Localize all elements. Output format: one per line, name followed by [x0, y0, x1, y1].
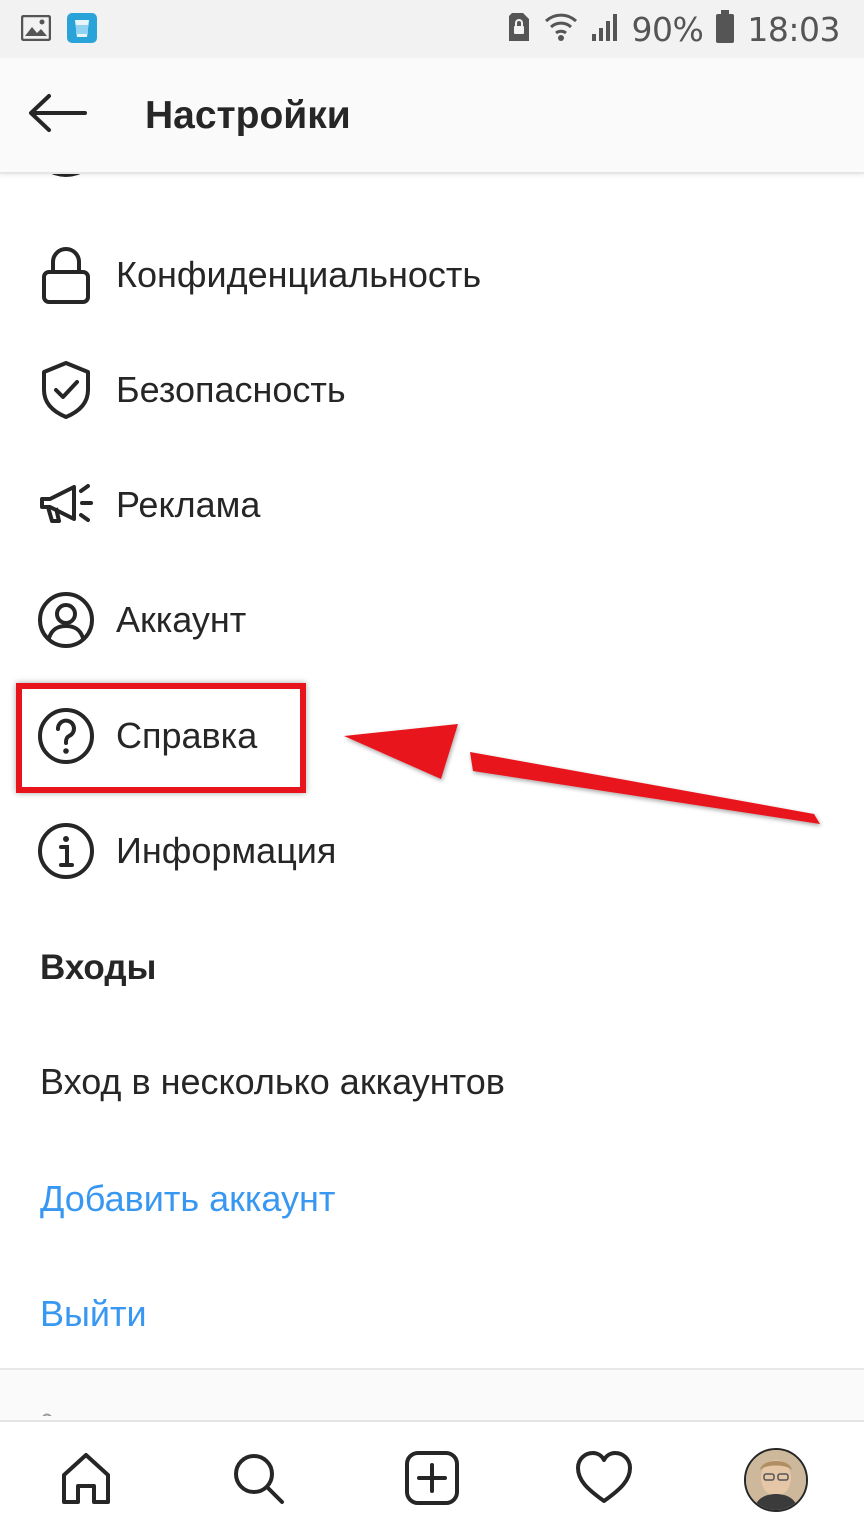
settings-item-privacy[interactable]: Конфиденциальность — [0, 235, 864, 315]
clock: 18:03 — [747, 9, 840, 49]
annotation-highlight-box — [16, 683, 306, 793]
arrow-left-icon — [27, 93, 87, 138]
home-icon — [56, 1448, 116, 1513]
battery-icon — [715, 9, 735, 49]
signal-icon — [590, 12, 620, 47]
nav-home-button[interactable] — [50, 1444, 122, 1516]
logout-link[interactable]: Выйти — [40, 1292, 147, 1336]
multi-account-login-item[interactable]: Вход в несколько аккаунтов — [40, 1060, 505, 1104]
shield-check-icon — [36, 360, 96, 420]
status-bar: 90% 18:03 — [0, 0, 864, 58]
page-title: Настройки — [145, 94, 351, 137]
gallery-icon — [20, 12, 52, 44]
lock-icon — [36, 245, 96, 305]
settings-item-label: Безопасность — [116, 369, 346, 410]
settings-item-label: Конфиденциальность — [116, 254, 482, 295]
wifi-icon — [544, 11, 578, 48]
info-circle-icon — [36, 821, 96, 881]
search-icon — [228, 1448, 288, 1513]
nav-new-post-button[interactable] — [396, 1444, 468, 1516]
settings-item-label: Информация — [116, 830, 337, 871]
bottom-nav — [0, 1420, 864, 1536]
footer-text-peek — [40, 1406, 54, 1416]
sim-lock-icon — [506, 11, 532, 48]
settings-item-label: Реклама — [116, 484, 261, 525]
instagram-settings-screen: 90% 18:03 Настройки Конфиденциальность Б… — [0, 0, 864, 1536]
megaphone-icon — [36, 475, 96, 535]
new-post-icon — [402, 1448, 462, 1513]
battery-percent: 90% — [631, 9, 704, 49]
footer-area — [0, 1370, 864, 1420]
app-notification-icon — [66, 12, 98, 44]
nav-profile-button[interactable] — [740, 1444, 812, 1516]
add-account-link[interactable]: Добавить аккаунт — [40, 1177, 335, 1221]
app-header: Настройки — [0, 58, 864, 174]
activity-heart-icon — [573, 1448, 635, 1513]
settings-item-account[interactable]: Аккаунт — [0, 580, 864, 660]
nav-activity-button[interactable] — [568, 1444, 640, 1516]
settings-item-info[interactable]: Информация — [0, 811, 864, 891]
profile-avatar — [744, 1448, 808, 1512]
settings-item-security[interactable]: Безопасность — [0, 350, 864, 430]
settings-item-ads[interactable]: Реклама — [0, 465, 864, 545]
back-button[interactable] — [22, 86, 92, 144]
settings-item-label: Аккаунт — [116, 599, 247, 640]
user-circle-icon — [36, 590, 96, 650]
section-title-logins: Входы — [40, 948, 157, 987]
nav-search-button[interactable] — [222, 1444, 294, 1516]
